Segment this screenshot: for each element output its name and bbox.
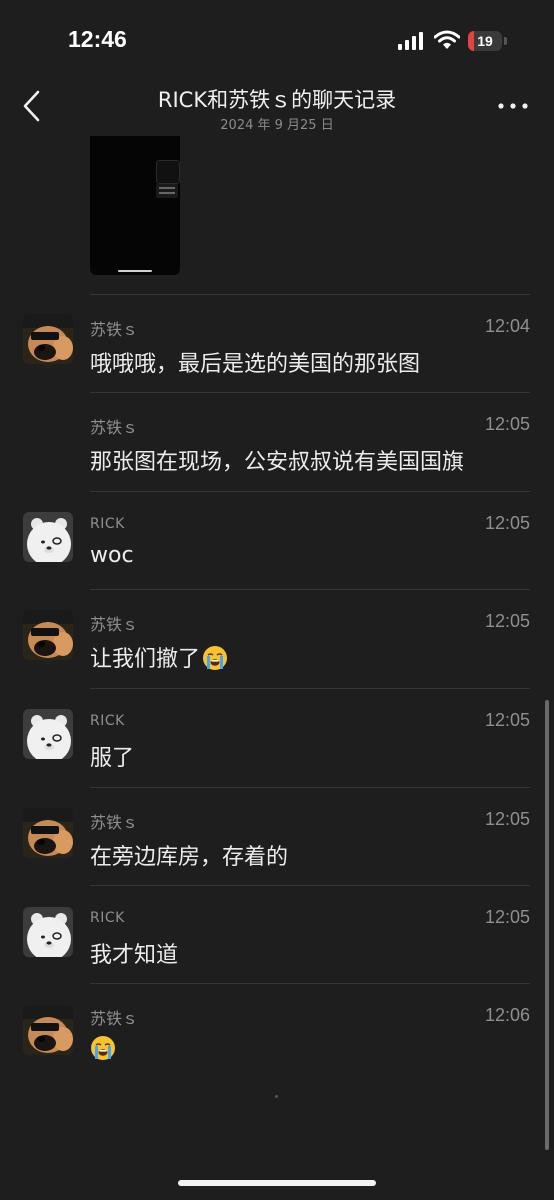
sender-name: 苏铁ｓ [90,615,139,634]
battery-tip [504,37,507,45]
message-divider [90,491,530,492]
loudly-crying-face-emoji-icon [90,1035,116,1061]
sender-name: RICK [90,910,125,926]
chat-history[interactable]: 苏铁ｓ 12:04 哦哦哦，最后是选的美国的那张图 苏铁ｓ 12:05 那张图在… [0,136,554,1166]
message-time: 12:05 [484,907,530,927]
message-text: 哦哦哦，最后是选的美国的那张图 [90,352,421,377]
message-text-row [90,1035,116,1062]
battery-icon: 19 [468,31,502,51]
dog-avatar[interactable] [23,610,73,660]
bear-avatar[interactable] [23,907,73,957]
status-time: 12:46 [68,26,127,52]
message-divider [90,392,530,393]
message-divider [90,885,530,886]
scrollbar[interactable] [545,700,549,1150]
sender-name: 苏铁ｓ [90,418,139,437]
dog-avatar[interactable] [23,314,73,364]
message-time: 12:04 [484,316,530,336]
cellular-signal-icon [398,32,423,50]
thumbnail-inner-screen [156,160,180,184]
message-divider [90,983,530,984]
message-text: 让我们撤了 [90,647,201,672]
sender-name: RICK [90,713,125,729]
page-subtitle-date: 2024 年 9 月25 日 [220,118,334,133]
message-time: 12:05 [484,513,530,533]
message-divider [90,589,530,590]
message-divider [90,787,530,788]
battery-indicator: 19 [468,31,508,51]
nav-bar: RICK和苏铁ｓ的聊天记录 2024 年 9 月25 日 [0,80,554,136]
wifi-icon [434,30,460,49]
bear-avatar[interactable] [23,709,73,759]
battery-percent: 19 [477,33,493,49]
message-time: 12:05 [484,710,530,730]
more-options-button[interactable] [496,96,530,116]
message-time: 12:05 [484,611,530,631]
message-text: 在旁边库房，存着的 [90,845,289,870]
sender-name: RICK [90,516,125,532]
message-time: 12:05 [484,414,530,434]
message-time: 12:06 [484,1005,530,1025]
message-text-row: 让我们撤了 [90,641,228,673]
message-text: 我才知道 [90,943,179,968]
image-message-thumbnail[interactable] [90,136,180,275]
scroll-dot [275,1095,278,1098]
status-bar: 12:46 19 [0,0,554,80]
message-text: 那张图在现场，公安叔叔说有美国国旗 [90,450,465,475]
home-indicator[interactable] [178,1180,376,1186]
bear-avatar[interactable] [23,512,73,562]
page-title: RICK和苏铁ｓ的聊天记录 [157,88,397,112]
dog-avatar[interactable] [23,808,73,858]
message-time: 12:05 [484,809,530,829]
sender-name: 苏铁ｓ [90,320,139,339]
message-text: 服了 [90,746,135,771]
message-divider [90,688,530,689]
thumbnail-home-bar [118,270,152,272]
message-divider [90,294,530,295]
sender-name: 苏铁ｓ [90,813,139,832]
sender-name: 苏铁ｓ [90,1009,139,1028]
loudly-crying-face-emoji-icon [202,645,228,671]
message-text: woc [90,543,134,568]
dog-avatar[interactable] [23,1005,73,1055]
thumbnail-menu [156,184,178,198]
